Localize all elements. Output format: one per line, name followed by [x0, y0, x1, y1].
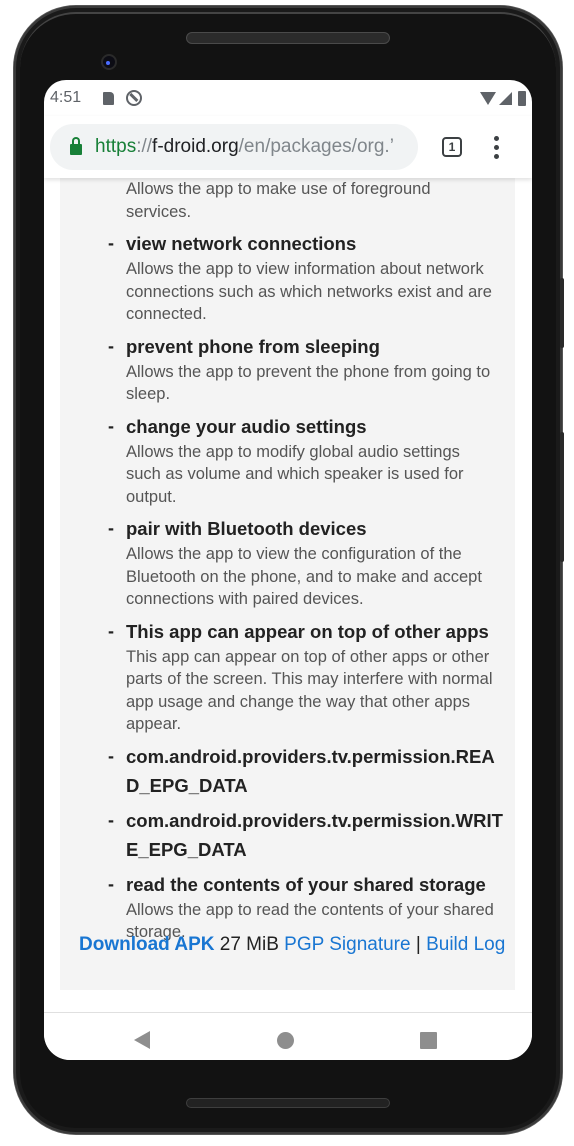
pgp-signature-link[interactable]: PGP Signature — [284, 934, 410, 955]
permission-item: - read the contents of your shared stora… — [60, 870, 515, 944]
lock-icon[interactable] — [70, 137, 82, 155]
permission-description: Allows the app to view information about… — [126, 260, 492, 323]
permission-title: change your audio settings — [126, 415, 367, 437]
permission-item: - com.android.providers.tv.permission.WR… — [60, 806, 515, 864]
volume-button — [560, 432, 564, 562]
bullet-dash: - — [108, 518, 114, 538]
menu-dot — [494, 153, 499, 159]
permission-title: This app can appear on top of other apps — [126, 620, 489, 642]
overflow-menu-button[interactable] — [490, 132, 503, 163]
url-scheme: https — [95, 136, 137, 157]
url-bar[interactable]: https://f-droid.org/en/packages/org.’ — [50, 124, 418, 170]
bullet-dash: - — [108, 745, 114, 766]
power-button — [560, 278, 564, 348]
permission-title: view network connections — [126, 233, 357, 254]
url-path: /en/packages/org.’ — [238, 136, 394, 157]
home-icon[interactable] — [277, 1032, 294, 1049]
screen: 4:51 https://f-droid.org/en/packages/org… — [44, 80, 532, 1060]
bullet-dash: - — [108, 335, 114, 356]
download-row: Download APK 27 MiB PGP Signature | Buil… — [79, 934, 505, 956]
system-nav-bar — [44, 1012, 532, 1060]
bullet-dash: - — [108, 415, 114, 436]
permission-title: com.android.providers.tv.permission.READ… — [126, 745, 495, 796]
permission-description: Allows the app to prevent the phone from… — [126, 362, 491, 404]
bullet-dash: - — [108, 809, 114, 830]
sync-icon — [126, 90, 143, 106]
earpiece-speaker — [186, 32, 390, 44]
permissions-list: Allows the app to make use of foreground… — [60, 178, 515, 944]
download-apk-link[interactable]: Download APK — [79, 934, 214, 955]
permission-item: - prevent phone from sleeping Allows the… — [60, 332, 515, 406]
permission-item: - change your audio settings Allows the … — [60, 412, 515, 509]
bullet-dash: - — [108, 233, 114, 253]
signal-icon — [499, 91, 512, 105]
permission-title: read the contents of your shared storage — [126, 873, 486, 895]
back-icon[interactable] — [134, 1031, 150, 1049]
bottom-speaker — [186, 1098, 390, 1108]
permission-description: Allows the app to make use of foreground… — [126, 180, 431, 221]
permission-title: prevent phone from sleeping — [126, 335, 380, 357]
sd-card-icon — [103, 91, 115, 105]
permission-description: This app can appear on top of other apps… — [126, 647, 493, 734]
permission-item: - view network connections Allows the ap… — [60, 229, 515, 326]
permission-title: com.android.providers.tv.permission.WRIT… — [126, 809, 503, 860]
build-log-link[interactable]: Build Log — [426, 934, 505, 955]
battery-icon — [518, 90, 526, 106]
status-bar: 4:51 — [44, 80, 532, 116]
permission-description: Allows the app to modify global audio se… — [126, 442, 464, 506]
tab-switcher-button[interactable]: 1 — [442, 137, 462, 157]
apk-size: 27 MiB — [219, 934, 279, 955]
permission-description: Allows the app to view the configuration… — [126, 545, 482, 608]
permission-item: - pair with Bluetooth devices Allows the… — [60, 514, 515, 611]
bullet-dash: - — [108, 873, 114, 894]
permission-title: pair with Bluetooth devices — [126, 518, 367, 539]
status-right — [480, 90, 526, 106]
link-separator: | — [415, 934, 421, 955]
menu-dot — [494, 144, 499, 150]
tab-count: 1 — [448, 140, 456, 154]
url-host: f-droid.org — [152, 136, 239, 157]
permission-item: - This app can appear on top of other ap… — [60, 617, 515, 736]
wifi-icon — [480, 91, 496, 105]
menu-dot — [494, 135, 499, 141]
recents-icon[interactable] — [420, 1032, 437, 1049]
status-time: 4:51 — [50, 89, 82, 106]
permission-item: - com.android.providers.tv.permission.RE… — [60, 742, 515, 800]
browser-toolbar: https://f-droid.org/en/packages/org.’ 1 — [44, 116, 532, 178]
bullet-dash: - — [108, 620, 114, 641]
page-content: Allows the app to make use of foreground… — [60, 178, 515, 990]
front-camera — [101, 54, 117, 70]
url-separator: :// — [136, 136, 153, 157]
